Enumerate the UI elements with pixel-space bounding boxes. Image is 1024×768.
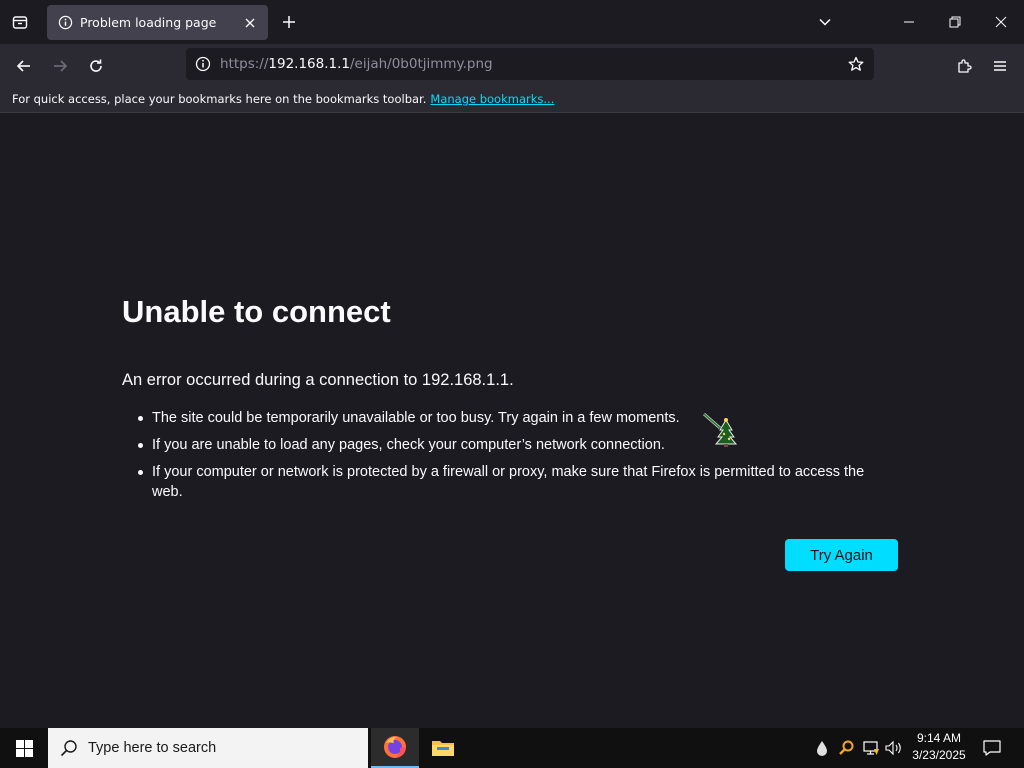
mouse-cursor-icon (703, 412, 738, 447)
star-icon (848, 56, 864, 71)
notification-center-button[interactable] (978, 728, 1006, 768)
windows-taskbar: Type here to search 9:14 AM 3/23/2025 (0, 728, 1024, 768)
error-suggestions-list: The site could be temporarily unavailabl… (138, 408, 898, 509)
tab-strip: Problem loading page (0, 0, 1024, 44)
hamburger-menu-icon (994, 61, 1006, 71)
close-icon (995, 16, 1007, 28)
arrow-right-icon (54, 60, 68, 72)
arrow-left-icon (16, 60, 30, 72)
back-button[interactable] (10, 52, 38, 80)
error-page: Unable to connect An error occurred duri… (0, 114, 1024, 728)
address-bar[interactable]: https://192.168.1.1/eijah/0b0tjimmy.png (186, 48, 874, 80)
bookmarks-toolbar: For quick access, place your bookmarks h… (0, 86, 1024, 113)
notification-icon (983, 740, 1001, 756)
new-tab-button[interactable] (277, 10, 301, 34)
list-all-tabs-button[interactable] (813, 10, 837, 34)
firefox-view-button[interactable] (8, 10, 32, 34)
start-button[interactable] (0, 728, 48, 768)
try-again-button[interactable]: Try Again (785, 539, 898, 571)
plus-icon (283, 16, 295, 28)
taskbar-firefox-button[interactable] (371, 728, 419, 768)
manage-bookmarks-link[interactable]: Manage bookmarks... (430, 92, 554, 106)
list-item: The site could be temporarily unavailabl… (138, 408, 898, 428)
tab-title: Problem loading page (80, 15, 217, 30)
clock-date: 3/23/2025 (912, 748, 966, 762)
taskbar-clock[interactable]: 9:14 AM 3/23/2025 (906, 730, 972, 766)
search-icon (60, 740, 77, 757)
firefox-icon (384, 736, 406, 758)
error-title: Unable to connect (122, 294, 391, 329)
clock-time: 9:14 AM (916, 731, 962, 745)
list-item: If you are unable to load any pages, che… (138, 435, 898, 455)
taskbar-search-box[interactable]: Type here to search (48, 728, 368, 768)
chevron-down-icon (819, 18, 831, 26)
extensions-button[interactable] (950, 52, 978, 80)
puzzle-icon (958, 59, 972, 73)
minimize-button[interactable] (886, 0, 932, 44)
app-menu-button[interactable] (986, 52, 1014, 80)
reload-icon (90, 59, 102, 72)
error-description: An error occurred during a connection to… (122, 371, 514, 389)
file-explorer-icon (432, 741, 454, 756)
tab-problem-loading[interactable]: Problem loading page (47, 5, 268, 40)
close-window-button[interactable] (978, 0, 1024, 44)
taskbar-file-explorer-button[interactable] (419, 728, 467, 768)
bookmarks-toolbar-message: For quick access, place your bookmarks h… (12, 92, 427, 106)
forward-button[interactable] (46, 52, 74, 80)
tab-close-button[interactable] (238, 11, 262, 35)
bookmark-star-button[interactable] (842, 50, 870, 78)
minimize-icon (904, 21, 914, 23)
site-info-icon[interactable] (188, 49, 218, 79)
restore-icon (949, 16, 961, 28)
url-path: /eijah/0b0tjimmy.png (349, 56, 493, 72)
close-icon (245, 18, 255, 27)
url-host: 192.168.1.1 (268, 56, 350, 72)
tray-search-key-icon[interactable] (836, 738, 856, 758)
url-scheme: https:// (220, 56, 269, 72)
volume-icon[interactable] (884, 738, 904, 758)
url-text[interactable]: https://192.168.1.1/eijah/0b0tjimmy.png (220, 56, 842, 72)
restore-button[interactable] (932, 0, 978, 44)
network-icon[interactable] (861, 738, 881, 758)
windows-logo-icon (15, 739, 33, 757)
reload-button[interactable] (82, 52, 110, 80)
search-placeholder: Type here to search (88, 740, 217, 756)
info-icon (57, 15, 73, 31)
list-item: If your computer or network is protected… (138, 462, 898, 502)
navigation-toolbar: https://192.168.1.1/eijah/0b0tjimmy.png (0, 44, 1024, 86)
tray-droplet-icon[interactable] (812, 738, 832, 758)
firefox-view-icon (12, 16, 28, 29)
